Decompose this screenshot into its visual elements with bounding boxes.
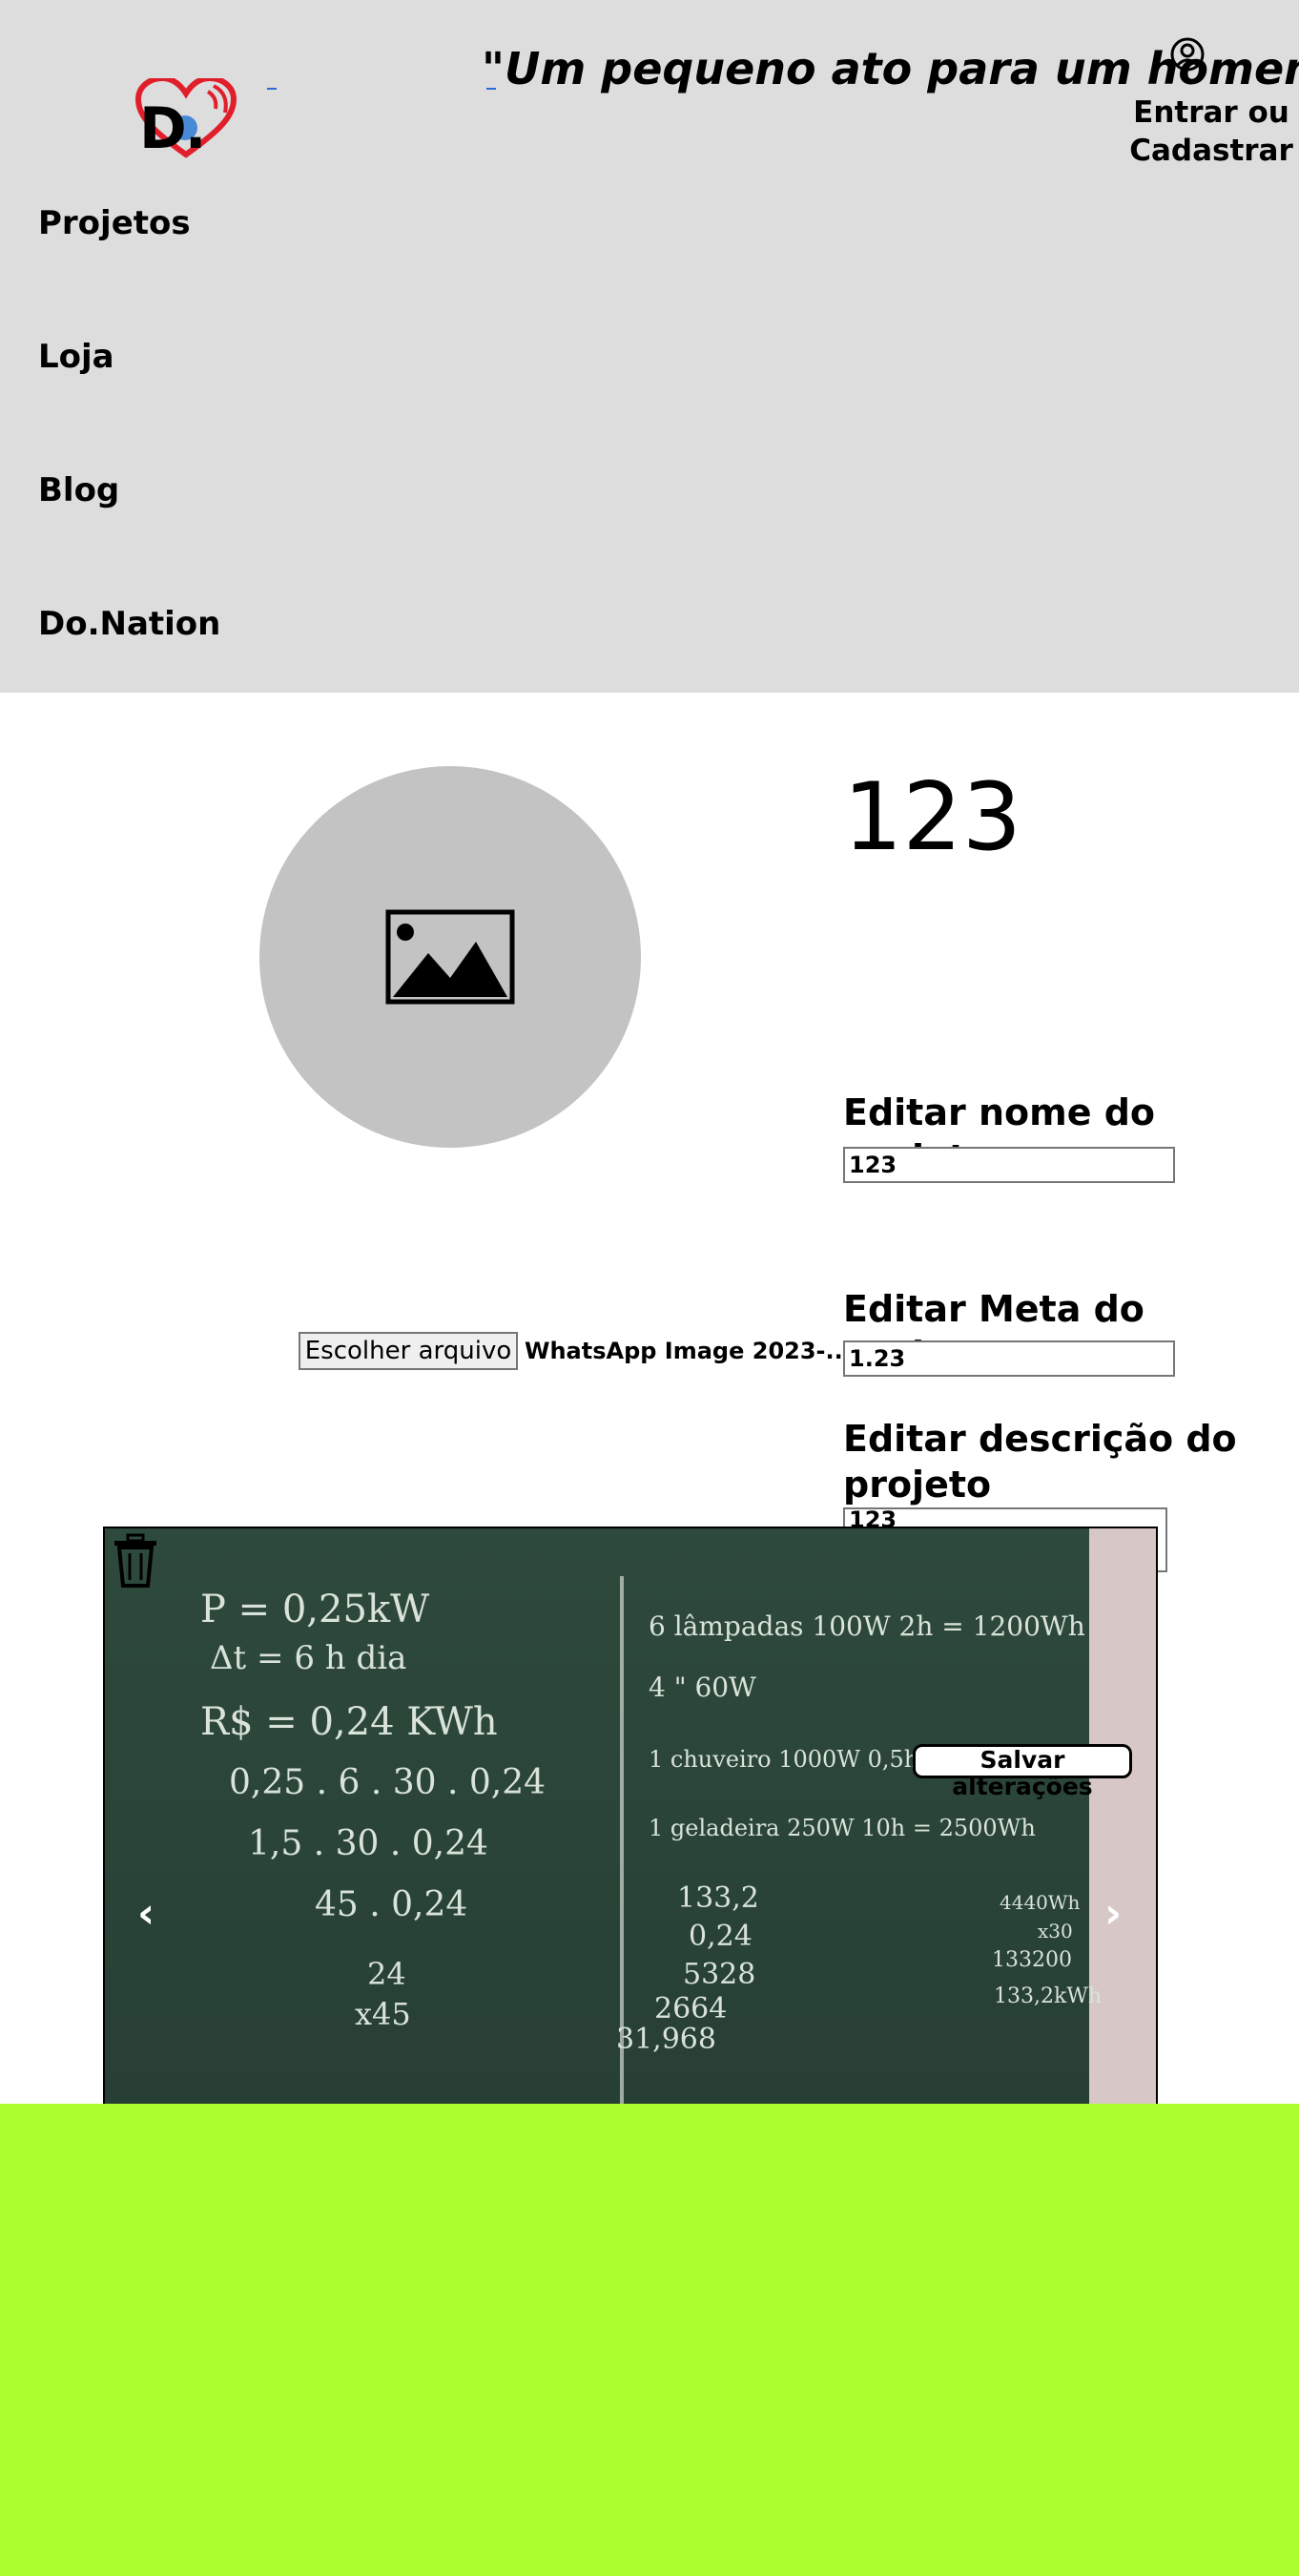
logo-text: D. (139, 95, 207, 162)
site-footer (0, 2104, 1299, 2576)
chalk-text: 0,24 (689, 1920, 753, 1953)
chalk-text: x30 (1038, 1920, 1073, 1942)
nav-item-loja[interactable]: Loja (38, 338, 114, 376)
project-image[interactable] (259, 766, 641, 1148)
login-link[interactable]: Entrar ou Cadastrar (1125, 93, 1297, 170)
chalk-text: Δt = 6 h dia (210, 1639, 407, 1677)
chalk-text: P = 0,25kW (200, 1588, 430, 1631)
carousel-prev-button[interactable]: ‹ (137, 1889, 155, 1938)
chalk-text: 31,968 (616, 2023, 716, 2056)
image-carousel: P = 0,25kW Δt = 6 h dia R$ = 0,24 KWh 0,… (103, 1527, 1158, 2198)
chalk-text: 4 " 60W (649, 1672, 756, 1703)
chalk-text: 24 (367, 1956, 406, 1992)
image-placeholder-icon (385, 909, 515, 1005)
site-header: D. "Um pequeno ato para um homem, mas um… (0, 0, 1299, 693)
nav-item-donation[interactable]: Do.Nation (38, 605, 220, 643)
choose-file-button[interactable]: Escolher arquivo (299, 1332, 518, 1370)
user-circle-icon[interactable] (1169, 36, 1206, 73)
chalk-text: x45 (355, 1996, 411, 2032)
chalk-text: 5328 (683, 1958, 756, 1991)
chalk-text: 6 lâmpadas 100W 2h = 1200Wh (649, 1610, 1085, 1642)
project-name-input[interactable]: 123 (843, 1147, 1175, 1183)
chalk-text: 133,2 (677, 1881, 759, 1915)
chalk-text: 133200 (992, 1948, 1072, 1972)
chalk-text: 0,25 . 6 . 30 . 0,24 (229, 1763, 546, 1802)
chalk-text: 45 . 0,24 (315, 1885, 468, 1924)
trash-icon[interactable] (111, 1532, 160, 1589)
nav-item-blog[interactable]: Blog (38, 471, 119, 509)
project-number: 123 (843, 763, 1022, 872)
hidden-link[interactable] (267, 88, 277, 90)
board-frame (1089, 1528, 1156, 2196)
chalk-text: 133,2kWh (994, 1984, 1103, 2008)
save-changes-button[interactable]: Salvar alterações (913, 1744, 1132, 1800)
selected-file-name: WhatsApp Image 2023-... (525, 1338, 852, 1364)
chalk-text: R$ = 0,24 KWh (200, 1700, 498, 1744)
carousel-photo: P = 0,25kW Δt = 6 h dia R$ = 0,24 KWh 0,… (105, 1528, 1156, 2196)
chalk-text: 1,5 . 30 . 0,24 (248, 1824, 488, 1863)
nav-item-projetos[interactable]: Projetos (38, 204, 191, 242)
project-goal-input[interactable]: 1.23 (843, 1340, 1175, 1377)
chalk-text: 1 geladeira 250W 10h = 2500Wh (649, 1815, 1036, 1841)
chalk-text: 2664 (654, 1992, 728, 2025)
edit-description-label: Editar descrição do projeto (843, 1418, 1237, 1506)
carousel-next-button[interactable]: › (1104, 1889, 1122, 1938)
chalk-text: 4440Wh (1000, 1891, 1081, 1914)
